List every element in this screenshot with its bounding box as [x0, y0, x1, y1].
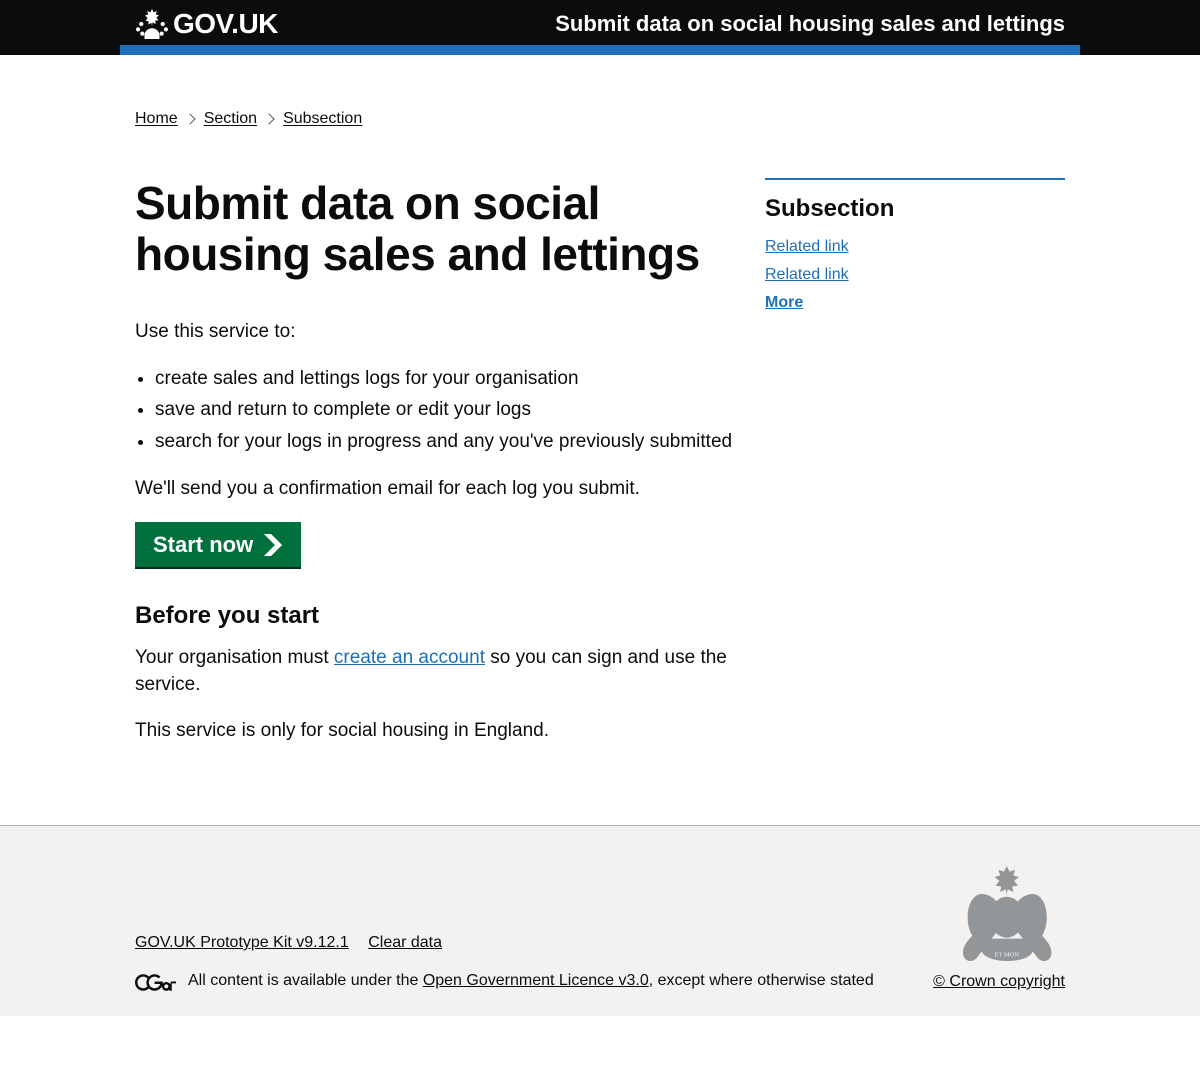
footer-link-prototype-kit[interactable]: GOV.UK Prototype Kit v9.12.1: [135, 934, 349, 951]
page-title: Submit data on social housing sales and …: [135, 178, 735, 279]
sidebar-heading: Subsection: [765, 195, 1065, 223]
site-footer: GOV.UK Prototype Kit v9.12.1 Clear data …: [0, 825, 1200, 1016]
sidebar: Subsection Related link Related link Mor…: [765, 178, 1065, 765]
start-now-label: Start now: [153, 532, 253, 558]
service-bullets: create sales and lettings logs for your …: [135, 366, 735, 456]
breadcrumb-home[interactable]: Home: [135, 110, 178, 128]
chevron-right-icon: [263, 534, 283, 556]
sidebar-related-link[interactable]: Related link: [765, 266, 849, 283]
list-item: search for your logs in progress and any…: [155, 429, 735, 456]
footer-licence-link[interactable]: Open Government Licence v3.0: [423, 972, 649, 989]
start-now-button[interactable]: Start now: [135, 522, 301, 567]
sidebar-related-link[interactable]: Related link: [765, 238, 849, 255]
before-you-start-heading: Before you start: [135, 602, 735, 630]
site-header: GOV.UK Submit data on social housing sal…: [0, 0, 1200, 55]
before-paragraph-1: Your organisation must create an account…: [135, 645, 735, 698]
footer-copyright-link[interactable]: © Crown copyright: [933, 973, 1065, 991]
crown-icon: [135, 9, 169, 39]
sidebar-more-link[interactable]: More: [765, 294, 803, 311]
confirmation-text: We'll send you a confirmation email for …: [135, 476, 735, 503]
svg-text:ET MON: ET MON: [994, 951, 1019, 958]
create-account-link[interactable]: create an account: [334, 647, 485, 668]
ogl-icon: [135, 974, 176, 991]
breadcrumb-section[interactable]: Section: [204, 110, 257, 128]
breadcrumb-subsection[interactable]: Subsection: [283, 110, 362, 128]
main-content: Submit data on social housing sales and …: [135, 178, 735, 765]
list-item: create sales and lettings logs for your …: [155, 366, 735, 393]
govuk-logo-link[interactable]: GOV.UK: [135, 8, 278, 40]
coat-of-arms-icon: ET MON: [949, 866, 1065, 961]
breadcrumb: Home Section Subsection: [135, 95, 1065, 128]
footer-links: GOV.UK Prototype Kit v9.12.1 Clear data: [135, 934, 903, 952]
list-item: save and return to complete or edit your…: [155, 397, 735, 424]
footer-link-clear-data[interactable]: Clear data: [368, 934, 442, 951]
intro-text: Use this service to:: [135, 319, 735, 346]
govuk-logo-text: GOV.UK: [173, 8, 278, 40]
before-paragraph-2: This service is only for social housing …: [135, 718, 735, 745]
service-name: Submit data on social housing sales and …: [278, 11, 1065, 37]
footer-licence: All content is available under the Open …: [135, 972, 903, 991]
